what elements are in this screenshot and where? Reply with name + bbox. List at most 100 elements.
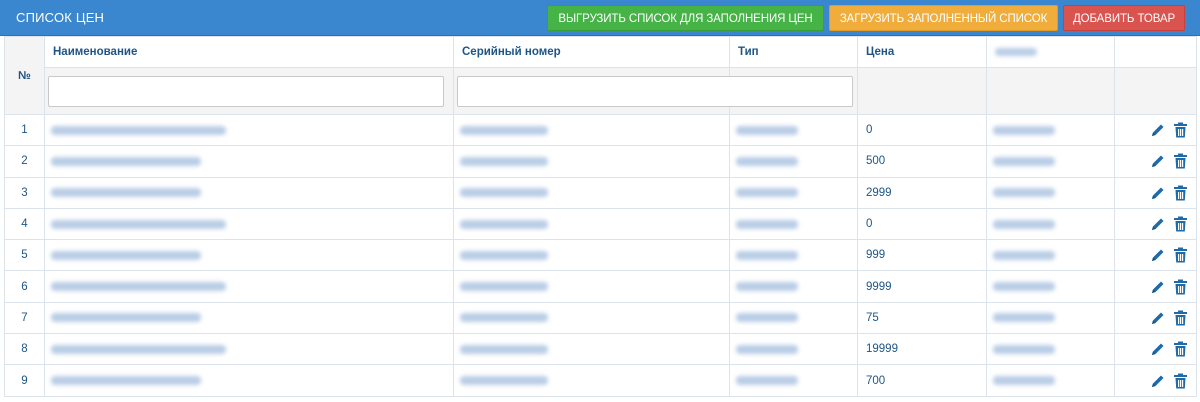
row-name [44,239,454,272]
row-redacted [986,301,1115,335]
redacted-text [460,313,548,323]
pencil-icon[interactable] [1150,310,1166,326]
row-price: 500 [857,145,987,178]
row-redacted [986,239,1115,272]
redacted-text [993,125,1055,135]
trash-icon[interactable] [1173,279,1188,295]
redacted-text [51,375,201,385]
redacted-text [460,219,548,229]
row-serial [453,270,730,303]
row-price: 2999 [857,176,987,209]
row-redacted [986,364,1115,397]
trash-icon[interactable] [1173,247,1188,263]
pencil-icon[interactable] [1150,247,1166,263]
filter-cell-actions [1114,67,1197,115]
row-redacted [986,207,1115,241]
row-actions [1114,239,1197,272]
row-name [44,301,454,335]
row-actions [1114,364,1197,397]
row-actions [1114,207,1197,241]
redacted-text [993,375,1055,385]
pencil-icon[interactable] [1150,279,1166,295]
pencil-icon[interactable] [1150,185,1166,201]
row-price: 19999 [857,333,987,366]
row-price: 9999 [857,270,987,303]
row-redacted [986,270,1115,303]
row-serial [453,333,730,366]
trash-icon[interactable] [1173,185,1188,201]
export-price-list-button[interactable]: ВЫГРУЗИТЬ СПИСОК ДЛЯ ЗАПОЛНЕНИЯ ЦЕН [547,5,824,31]
redacted-text [993,156,1055,166]
table-row: 2 500 [4,145,1197,178]
row-actions [1114,270,1197,303]
redacted-text [993,250,1055,260]
pencil-icon[interactable] [1150,122,1166,138]
redacted-text [51,219,226,229]
add-product-button[interactable]: ДОБАВИТЬ ТОВАР [1063,5,1185,31]
redacted-text [51,156,201,166]
row-name [44,207,454,241]
page-title: СПИСОК ЦЕН [16,10,105,25]
redacted-text [51,188,201,198]
row-number: 7 [4,301,45,335]
pencil-icon[interactable] [1150,153,1166,169]
redacted-text [460,344,548,354]
trash-icon[interactable] [1173,341,1188,357]
redacted-text [51,344,226,354]
redacted-text [460,125,548,135]
row-type [729,207,858,241]
table-row: 5 999 [4,239,1197,272]
pencil-icon[interactable] [1150,341,1166,357]
price-table: № Наименование Серийный номер Тип Цена 1… [4,36,1197,397]
trash-icon[interactable] [1173,310,1188,326]
column-header-type[interactable]: Тип [729,36,858,68]
column-header-price[interactable]: Цена [857,36,987,68]
filter-cell-redacted [986,67,1115,115]
trash-icon[interactable] [1173,216,1188,232]
redacted-text [736,344,798,354]
row-actions [1114,145,1197,178]
table-row: 9 700 [4,364,1197,397]
redacted-text [736,282,798,292]
redacted-text [460,188,548,198]
row-serial [453,239,730,272]
row-number: 1 [4,113,45,147]
row-type [729,239,858,272]
row-number: 2 [4,145,45,178]
row-name [44,113,454,147]
table-row: 3 2999 [4,176,1197,209]
row-name [44,176,454,209]
trash-icon[interactable] [1173,153,1188,169]
import-filled-list-button[interactable]: ЗАГРУЗИТЬ ЗАПОЛНЕННЫЙ СПИСОК [829,5,1058,31]
row-actions [1114,113,1197,147]
pencil-icon[interactable] [1150,373,1166,389]
redacted-text [993,344,1055,354]
price-list-panel: СПИСОК ЦЕН ВЫГРУЗИТЬ СПИСОК ДЛЯ ЗАПОЛНЕН… [0,0,1200,402]
trash-icon[interactable] [1173,373,1188,389]
row-type [729,364,858,397]
row-number: 8 [4,333,45,366]
serial-filter-input[interactable] [457,75,853,107]
row-type [729,176,858,209]
column-header-serial[interactable]: Серийный номер [453,36,730,68]
redacted-text [51,250,201,260]
table-header-row: № Наименование Серийный номер Тип Цена [4,36,1197,115]
row-price: 0 [857,207,987,241]
redacted-text [995,47,1037,56]
row-number: 4 [4,207,45,241]
pencil-icon[interactable] [1150,216,1166,232]
table-row: 6 9999 [4,270,1197,303]
redacted-text [736,250,798,260]
row-number: 6 [4,270,45,303]
table-row: 1 0 [4,113,1197,147]
table-row: 7 75 [4,301,1197,335]
redacted-text [736,219,798,229]
trash-icon[interactable] [1173,122,1188,138]
panel-header: СПИСОК ЦЕН ВЫГРУЗИТЬ СПИСОК ДЛЯ ЗАПОЛНЕН… [0,0,1200,36]
row-name [44,333,454,366]
name-filter-input[interactable] [48,75,444,107]
filter-cell-serial [453,67,853,115]
row-actions [1114,333,1197,366]
row-name [44,270,454,303]
column-header-name[interactable]: Наименование [44,36,454,68]
